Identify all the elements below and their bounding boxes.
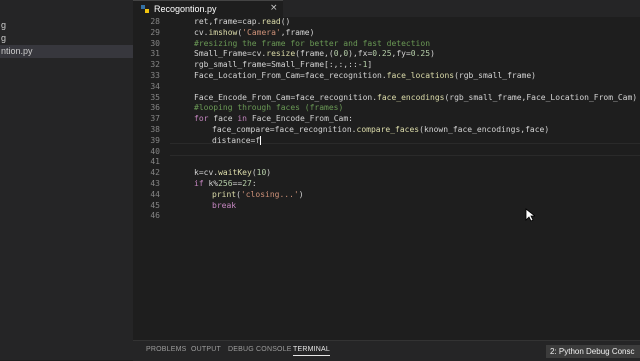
line-number: 46 [150, 211, 160, 221]
code-line[interactable]: face_compare=face_recognition.compare_fa… [212, 125, 549, 136]
tab-terminal[interactable]: TERMINAL [293, 346, 330, 356]
bottom-panel: PROBLEMS OUTPUT DEBUG CONSOLE TERMINAL 2… [133, 340, 640, 361]
line-number: 31 [150, 49, 160, 59]
sidebar-file-item-active[interactable]: ntion.py [0, 45, 134, 58]
line-number: 36 [150, 103, 160, 113]
python-file-icon [141, 5, 149, 13]
code-line[interactable]: rgb_small_frame=Small_Frame[:,:,::-1] [194, 60, 372, 71]
code-line[interactable]: #looping through faces (frames) [194, 103, 343, 114]
code-line[interactable]: k=cv.waitKey(10) [194, 168, 271, 179]
terminal-select-dropdown[interactable]: 2: Python Debug Consc [546, 345, 640, 358]
line-number: 40 [150, 146, 160, 156]
line-number: 32 [150, 60, 160, 70]
sidebar-file-item[interactable]: g [0, 32, 6, 45]
line-number: 35 [150, 92, 160, 102]
code-line[interactable]: for face in Face_Encode_From_Cam: [194, 114, 353, 125]
tab-output[interactable]: OUTPUT [191, 346, 221, 353]
line-number: 29 [150, 27, 160, 37]
code-editor[interactable]: 28 29 30 31 32 33 34 35 36 37 38 39 40 4… [133, 17, 640, 340]
code-line[interactable]: if k%256==27: [194, 179, 257, 190]
line-number: 33 [150, 71, 160, 80]
line-number: 41 [150, 157, 160, 167]
code-line[interactable]: #resizing the frame for better and fast … [194, 39, 430, 50]
line-number: 30 [150, 38, 160, 48]
code-line[interactable]: Small_Frame=cv.resize(frame,(0,0),fx=0.2… [194, 49, 435, 60]
code-line[interactable]: Face_Encode_From_Cam=face_recognition.fa… [194, 93, 637, 104]
line-number: 37 [150, 114, 160, 124]
close-tab-icon[interactable]: × [270, 3, 278, 13]
code-line[interactable]: ret,frame=cap.read() [194, 17, 290, 28]
tab-recogontion-py[interactable]: Recogontion.py × [133, 0, 283, 18]
line-number: 34 [150, 81, 160, 91]
text-caret [260, 135, 262, 145]
line-number: 42 [150, 168, 160, 178]
tab-label: Recogontion.py [154, 4, 217, 14]
sidebar-file-item[interactable]: g [0, 19, 6, 32]
tab-debug-console[interactable]: DEBUG CONSOLE [228, 346, 292, 353]
code-line-active[interactable]: distance=f [212, 135, 262, 147]
mouse-cursor-icon [525, 208, 535, 222]
line-number: 45 [150, 200, 160, 210]
editor-tab-bar: Recogontion.py × [133, 0, 640, 18]
line-number: 39 [150, 135, 160, 145]
tab-problems[interactable]: PROBLEMS [146, 346, 187, 353]
line-number: 44 [150, 189, 160, 199]
code-line[interactable]: break [212, 201, 236, 212]
line-number: 28 [150, 17, 160, 26]
explorer-sidebar: g g ntion.py [0, 0, 134, 360]
code-line[interactable]: Face_Location_From_Cam=face_recognition.… [194, 71, 536, 82]
code-line[interactable]: print('closing...') [212, 190, 304, 201]
line-number: 43 [150, 179, 160, 188]
line-number: 38 [150, 125, 160, 134]
code-line[interactable]: cv.imshow('Camera',frame) [194, 28, 314, 39]
